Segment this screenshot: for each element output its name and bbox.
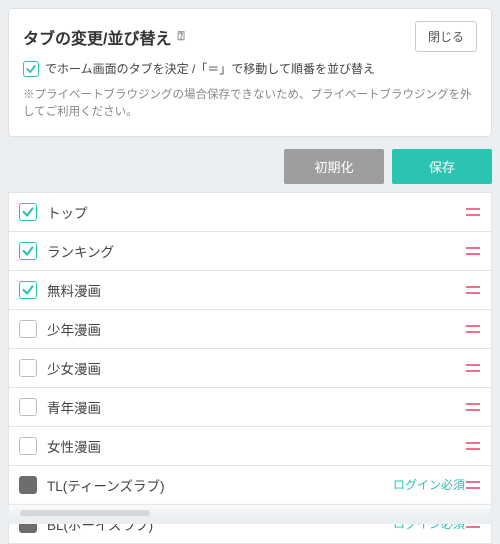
checkbox[interactable] [19, 203, 37, 221]
checkbox[interactable] [19, 281, 37, 299]
list-item: ランキング [8, 232, 492, 271]
save-button[interactable]: 保存 [392, 149, 492, 184]
list-item: 女性漫画 [8, 427, 492, 466]
checkbox[interactable] [19, 242, 37, 260]
panel-header: タブの変更/並び替え ⍰ 閉じる [23, 21, 477, 52]
list-item: トップ [8, 192, 492, 232]
list-item: 少女漫画 [8, 349, 492, 388]
item-label: BL(ボーイズラブ) [47, 514, 387, 534]
checkbox[interactable] [19, 359, 37, 377]
checkbox[interactable] [19, 515, 37, 533]
checkbox[interactable] [19, 437, 37, 455]
item-label: ランキング [47, 241, 465, 261]
tab-list: トップランキング無料漫画少年漫画少女漫画青年漫画女性漫画 TL(ティーンズラブ) ロ… [8, 192, 492, 544]
settings-panel: タブの変更/並び替え ⍰ 閉じる でホーム画面のタブを決定 /「＝」で移動して順… [8, 8, 492, 137]
action-bar: 初期化 保存 [0, 137, 500, 192]
drag-handle-icon[interactable] [465, 403, 481, 411]
warning-text: ※プライベートブラウジングの場合保存できないため、プライベートブラウジングを外し… [23, 87, 477, 122]
drag-handle-icon[interactable] [465, 286, 481, 294]
subtitle: でホーム画面のタブを決定 /「＝」で移動して順番を並び替え [23, 60, 477, 77]
subtitle-text: でホーム画面のタブを決定 /「＝」で移動して順番を並び替え [45, 60, 375, 77]
checkbox[interactable] [19, 398, 37, 416]
list-item: 青年漫画 [8, 388, 492, 427]
drag-handle-icon[interactable] [465, 442, 481, 450]
item-label: 青年漫画 [47, 397, 465, 417]
checkbox[interactable] [19, 476, 37, 494]
item-label: 無料漫画 [47, 280, 465, 300]
item-label: 女性漫画 [47, 436, 465, 456]
page-title: タブの変更/並び替え ⍰ [23, 25, 185, 49]
checkbox-sample-icon [23, 61, 39, 77]
reset-button[interactable]: 初期化 [284, 149, 384, 184]
drag-handle-icon[interactable] [465, 364, 481, 372]
item-label: トップ [47, 202, 465, 222]
close-button[interactable]: 閉じる [415, 21, 477, 52]
checkbox[interactable] [19, 320, 37, 338]
info-icon: ⍰ [177, 29, 184, 44]
list-item: 少年漫画 [8, 310, 492, 349]
drag-handle-icon[interactable] [465, 325, 481, 333]
drag-handle-icon[interactable] [465, 520, 481, 528]
login-required-badge: ログイン必須 [393, 515, 465, 532]
scrollbar-thumb[interactable] [20, 510, 150, 516]
drag-handle-icon[interactable] [465, 481, 481, 489]
list-item: TL(ティーンズラブ) ログイン必須 [8, 466, 492, 505]
drag-handle-icon[interactable] [465, 247, 481, 255]
item-label: 少女漫画 [47, 358, 465, 378]
title-text: タブの変更/並び替え [23, 25, 171, 49]
list-item: 無料漫画 [8, 271, 492, 310]
login-required-badge: ログイン必須 [393, 476, 465, 493]
item-label: 少年漫画 [47, 319, 465, 339]
drag-handle-icon[interactable] [465, 208, 481, 216]
item-label: TL(ティーンズラブ) [47, 475, 387, 495]
